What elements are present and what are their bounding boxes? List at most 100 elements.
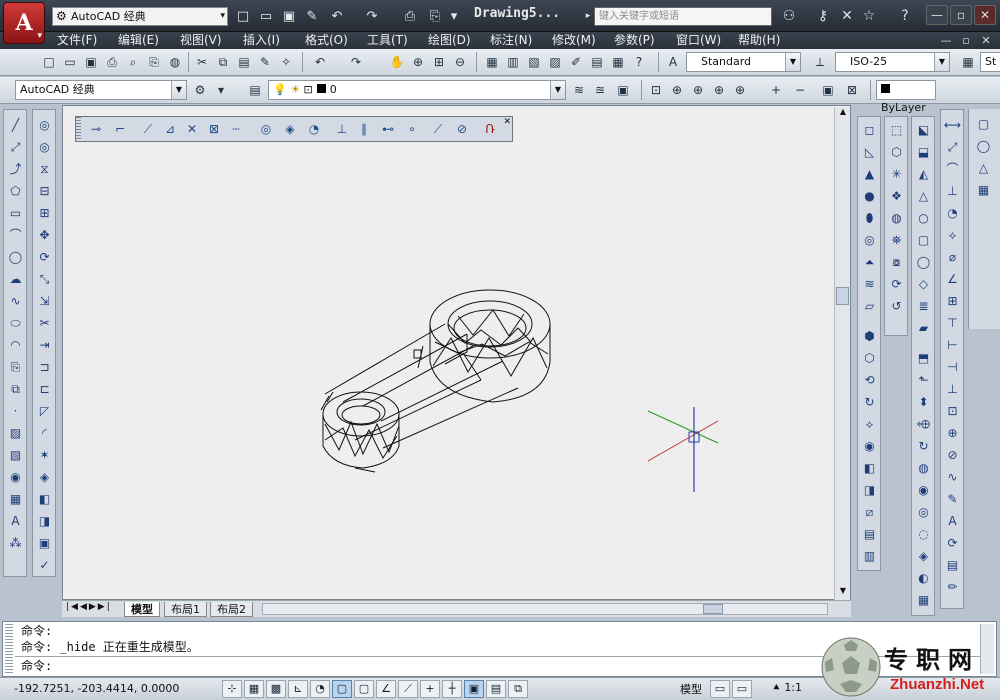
offset-face-icon[interactable]: ⬍ xyxy=(914,393,933,412)
block-editor-icon[interactable]: ✧ xyxy=(276,52,296,72)
snap-quadrant-icon[interactable]: ◈ xyxy=(280,119,300,139)
free-orbit-icon[interactable]: ↺ xyxy=(887,297,906,316)
redo-icon[interactable]: ↷ xyxy=(346,52,366,72)
snap-tangent-icon[interactable]: ◔ xyxy=(304,119,324,139)
drawing-canvas[interactable] xyxy=(62,105,851,600)
separate-icon[interactable]: ◐ xyxy=(914,569,933,588)
pyramid-outline-icon[interactable]: ◇ xyxy=(914,275,933,294)
intersect-icon[interactable]: ◨ xyxy=(35,512,54,531)
revolve-icon[interactable]: ↻ xyxy=(860,393,879,412)
snap-node-icon[interactable]: ∘ xyxy=(402,119,422,139)
open-icon[interactable]: ▭ xyxy=(60,52,80,72)
design-center-icon[interactable]: ▥ xyxy=(503,52,523,72)
arc-length-icon[interactable]: ⌒ xyxy=(943,160,962,179)
sweep-icon[interactable]: ⟲ xyxy=(860,371,879,390)
make-block-icon[interactable]: ⧉ xyxy=(6,380,25,399)
layer-states-icon[interactable]: ▣ xyxy=(613,80,633,100)
section-icon[interactable]: ▥ xyxy=(860,547,879,566)
help-icon[interactable]: ? xyxy=(894,6,916,26)
union-solid-icon[interactable]: ◉ xyxy=(860,437,879,456)
open-folder-icon[interactable]: ▭ xyxy=(256,7,276,26)
doc-restore-button[interactable]: ▫ xyxy=(958,33,974,48)
triangle-outline-icon[interactable]: △ xyxy=(974,159,993,178)
table-style-icon[interactable]: ▦ xyxy=(958,52,978,72)
space-icon[interactable]: ⊣ xyxy=(943,358,962,377)
menu-help[interactable]: 帮助(H) xyxy=(738,32,780,49)
scroll-up-icon[interactable]: ▲ xyxy=(835,107,851,121)
gradient-icon[interactable]: ▧ xyxy=(6,446,25,465)
block-icon[interactable]: ▢ xyxy=(974,115,993,134)
zoom-window-icon[interactable]: ⊡ xyxy=(646,80,666,100)
wedge-icon[interactable]: ◺ xyxy=(860,143,879,162)
angular-icon[interactable]: ∠ xyxy=(943,270,962,289)
favorites-star-icon[interactable]: ☆ xyxy=(858,6,880,26)
light-icon[interactable]: ✳ xyxy=(887,165,906,184)
redo-icon[interactable]: ↷ xyxy=(362,7,382,26)
undo-icon[interactable]: ↶ xyxy=(310,52,330,72)
scroll-thumb[interactable] xyxy=(836,287,849,305)
dim-text-edit-icon[interactable]: A xyxy=(943,512,962,531)
view-cube-icon[interactable]: ⬡ xyxy=(887,143,906,162)
dim-edit-icon[interactable]: ✎ xyxy=(943,490,962,509)
sheet-set-icon[interactable]: ▨ xyxy=(545,52,565,72)
zoom-scale-icon[interactable]: ⊕ xyxy=(688,80,708,100)
save-as-icon[interactable]: ✎ xyxy=(302,7,322,26)
wedge-solid-icon[interactable]: ⬕ xyxy=(914,121,933,140)
join-icon[interactable]: ⊏ xyxy=(35,380,54,399)
zoom-previous-icon[interactable]: ⊖ xyxy=(450,52,470,72)
clean-icon[interactable]: ▦ xyxy=(914,591,933,610)
help-icon[interactable]: ? xyxy=(629,52,649,72)
linear-dim-icon[interactable]: ⟷ xyxy=(943,116,962,135)
move-icon[interactable]: ✥ xyxy=(35,226,54,245)
command-prompt[interactable]: 命令: xyxy=(21,658,52,674)
zoom-object-icon[interactable]: ⊕ xyxy=(730,80,750,100)
key-icon[interactable]: ⚷ xyxy=(812,6,834,26)
extend-icon[interactable]: ⇥ xyxy=(35,336,54,355)
diameter-icon[interactable]: ⌀ xyxy=(943,248,962,267)
binoculars-icon[interactable]: ⚇ xyxy=(778,6,800,26)
polyline-icon[interactable]: ⤴ xyxy=(6,160,25,179)
temporary-track-icon[interactable]: ⊸ xyxy=(86,119,106,139)
ortho-mode-icon[interactable]: ⊾ xyxy=(288,680,308,698)
cut-icon[interactable]: ✂ xyxy=(192,52,212,72)
circle-icon[interactable]: ◯ xyxy=(6,248,25,267)
trim-icon[interactable]: ✂ xyxy=(35,314,54,333)
copy-icon[interactable]: ⧉ xyxy=(213,52,233,72)
loft-icon[interactable]: ⟡ xyxy=(860,415,879,434)
imprint-icon[interactable]: ◎ xyxy=(914,503,933,522)
shell-icon[interactable]: ◌ xyxy=(914,525,933,544)
doc-minimize-button[interactable]: — xyxy=(938,33,954,48)
line-icon[interactable]: ╱ xyxy=(6,116,25,135)
helix-icon[interactable]: ≋ xyxy=(860,275,879,294)
undo-icon[interactable]: ↶ xyxy=(327,7,347,26)
close-icon[interactable]: ✕ xyxy=(503,117,511,127)
tool-palettes-icon[interactable]: ▧ xyxy=(524,52,544,72)
exchange-icon[interactable]: ✕ xyxy=(836,6,858,26)
menu-window[interactable]: 窗口(W) xyxy=(676,32,721,49)
sphere-outline-icon[interactable]: ○ xyxy=(914,209,933,228)
workspace-select[interactable]: AutoCAD 经典 ▼ xyxy=(15,80,187,100)
render-icon[interactable]: ❖ xyxy=(887,187,906,206)
region-icon[interactable]: ◉ xyxy=(6,468,25,487)
coordinate-readout[interactable]: -192.7251, -203.4414, 0.0000 xyxy=(14,682,179,695)
menu-format[interactable]: 格式(O) xyxy=(305,32,348,49)
cylinder-icon[interactable]: ⬮ xyxy=(860,209,879,228)
jogged-icon[interactable]: ⟡ xyxy=(943,226,962,245)
explode-icon[interactable]: ✶ xyxy=(35,446,54,465)
zoom-all-icon[interactable]: ▣ xyxy=(818,80,838,100)
horizontal-scrollbar[interactable] xyxy=(262,603,828,615)
tab-model[interactable]: 模型 xyxy=(124,602,160,617)
osnap-settings-icon[interactable]: Ռ xyxy=(480,119,500,139)
ellipse-icon[interactable]: ⬭ xyxy=(6,314,25,333)
transparency-icon[interactable]: ▣ xyxy=(464,680,484,698)
menu-dimension[interactable]: 标注(N) xyxy=(490,32,532,49)
quick-view-drawings-icon[interactable]: ▭ xyxy=(732,680,752,698)
publish-icon[interactable]: ⎘ xyxy=(144,52,164,72)
extrude-face-icon[interactable]: ⬒ xyxy=(914,349,933,368)
maximize-button[interactable]: ▫ xyxy=(950,5,972,25)
tab-nav-icon[interactable]: |◀◀▶▶| xyxy=(66,602,112,612)
plot-icon[interactable]: ⎙ xyxy=(102,52,122,72)
menu-view[interactable]: 视图(V) xyxy=(180,32,222,49)
subtract-icon[interactable]: ◧ xyxy=(35,490,54,509)
center-mark-icon[interactable]: ⊕ xyxy=(943,424,962,443)
